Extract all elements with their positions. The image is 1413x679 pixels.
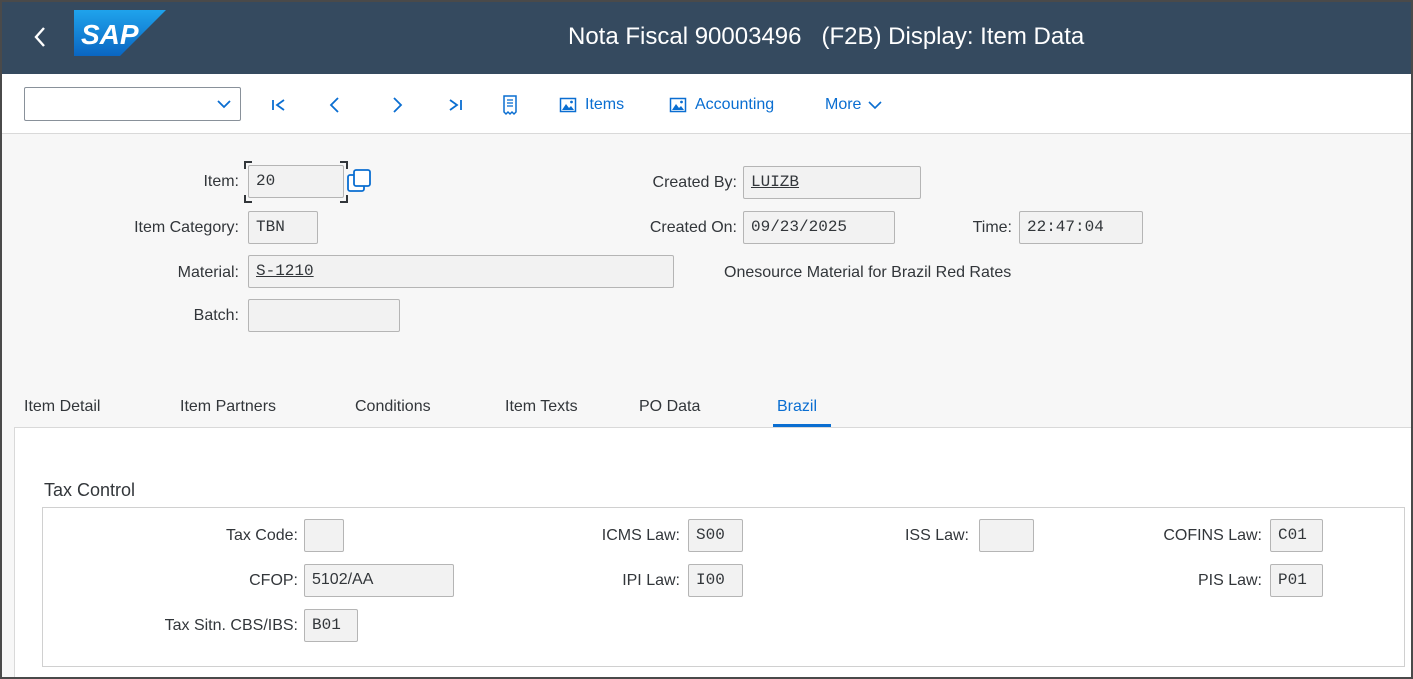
batch-label: Batch:: [193, 307, 239, 324]
created-by-value: LUIZB: [751, 173, 800, 191]
tax-code-label: Tax Code:: [225, 527, 298, 544]
cfop-label: CFOP:: [249, 572, 298, 589]
iss-law-label: ISS Law:: [904, 527, 969, 544]
items-button-label: Items: [585, 96, 625, 113]
material-field[interactable]: S-1210: [248, 255, 674, 288]
previous-item-button[interactable]: [327, 92, 343, 118]
items-button[interactable]: Items: [559, 92, 624, 118]
tax-sitn-label: Tax Sitn. CBS/IBS:: [164, 617, 298, 634]
chevron-left-icon: [329, 97, 339, 113]
cofins-law-field[interactable]: C01: [1270, 519, 1323, 552]
value-help-icon: [347, 169, 371, 192]
created-by-field[interactable]: LUIZB: [743, 166, 921, 199]
tax-code-field[interactable]: [304, 519, 344, 552]
chevron-left-icon: [34, 27, 45, 47]
first-page-icon: [272, 99, 285, 111]
item-field[interactable]: 20: [248, 165, 344, 198]
material-value: S-1210: [256, 262, 314, 280]
pis-law-label: PIS Law:: [1197, 572, 1262, 589]
item-value: 20: [256, 172, 276, 190]
item-category-field[interactable]: TBN: [248, 211, 318, 244]
chevron-right-icon: [393, 97, 403, 113]
time-label: Time:: [972, 219, 1012, 236]
chevron-down-icon: [217, 100, 231, 109]
tax-sitn-value: B01: [312, 616, 341, 634]
image-icon: [559, 97, 577, 113]
icms-law-field[interactable]: S00: [688, 519, 743, 552]
iss-law-field[interactable]: [979, 519, 1034, 552]
document-flow-button[interactable]: [501, 92, 519, 118]
created-on-value: 09/23/2025: [751, 218, 848, 236]
time-field[interactable]: 22:47:04: [1019, 211, 1143, 244]
item-label: Item:: [203, 173, 239, 190]
last-page-icon: [449, 99, 462, 111]
created-on-field[interactable]: 09/23/2025: [743, 211, 895, 244]
time-value: 22:47:04: [1027, 218, 1104, 236]
cofins-law-label: COFINS Law:: [1163, 527, 1262, 544]
tax-control-title: Tax Control: [44, 480, 136, 500]
tab-item-detail[interactable]: Item Detail: [24, 398, 100, 416]
more-menu-button[interactable]: More: [825, 92, 883, 118]
ipi-law-label: IPI Law:: [622, 572, 680, 589]
tab-po-data[interactable]: PO Data: [639, 398, 700, 416]
image-icon: [669, 97, 687, 113]
accounting-button[interactable]: Accounting: [669, 92, 774, 118]
ipi-law-value: I00: [696, 571, 725, 589]
item-category-value: TBN: [256, 218, 285, 236]
first-item-button[interactable]: [270, 92, 288, 118]
pis-law-value: P01: [1278, 571, 1307, 589]
ipi-law-field[interactable]: I00: [688, 564, 743, 597]
accounting-button-label: Accounting: [695, 96, 775, 113]
last-item-button[interactable]: [446, 92, 464, 118]
tab-conditions[interactable]: Conditions: [355, 398, 431, 416]
created-by-label: Created By:: [652, 174, 737, 191]
more-button-label: More: [825, 96, 862, 113]
material-label: Material:: [177, 264, 239, 281]
tab-item-partners[interactable]: Item Partners: [180, 398, 276, 416]
back-button[interactable]: [28, 22, 52, 52]
item-search-help-button[interactable]: [346, 168, 372, 199]
item-category-label: Item Category:: [134, 219, 239, 236]
pis-law-field[interactable]: P01: [1270, 564, 1323, 597]
command-field[interactable]: [24, 87, 241, 121]
focus-corner: [244, 195, 252, 203]
sap-logo-text: SAP: [81, 19, 139, 50]
cofins-law-value: C01: [1278, 526, 1307, 544]
icms-law-label: ICMS Law:: [601, 527, 680, 544]
cfop-value: 5102/AA: [312, 571, 374, 588]
batch-field[interactable]: [248, 299, 400, 332]
cfop-field[interactable]: 5102/AA: [304, 564, 454, 597]
next-item-button[interactable]: [389, 92, 405, 118]
page-title: Nota Fiscal 90003496 (F2B) Display: Item…: [568, 23, 1085, 50]
icms-law-value: S00: [696, 526, 725, 544]
sap-logo-icon: SAP: [74, 10, 166, 56]
material-description: Onesource Material for Brazil Red Rates: [724, 264, 1012, 281]
tab-item-texts[interactable]: Item Texts: [505, 398, 578, 416]
sap-logo[interactable]: SAP: [74, 10, 166, 61]
receipt-icon: [503, 95, 517, 116]
tax-sitn-field[interactable]: B01: [304, 609, 358, 642]
created-on-label: Created On:: [649, 219, 737, 236]
chevron-down-icon: [868, 101, 883, 110]
tab-brazil[interactable]: Brazil: [777, 398, 817, 416]
focus-corner: [244, 161, 252, 169]
app-window: SAP Nota Fiscal 90003496 (F2B) Display: …: [0, 0, 1413, 679]
